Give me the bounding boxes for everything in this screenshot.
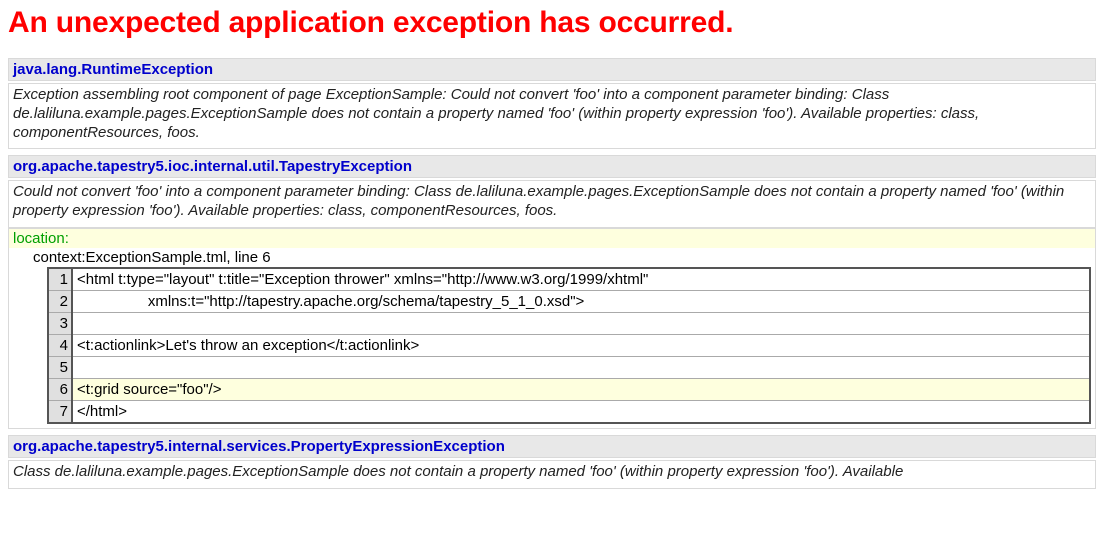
table-row: 5	[48, 356, 1090, 378]
code-line: <t:actionlink>Let's throw an exception</…	[72, 334, 1090, 356]
line-number: 5	[48, 356, 72, 378]
code-line: <html t:type="layout" t:title="Exception…	[72, 268, 1090, 291]
source-code-block: 1 <html t:type="layout" t:title="Excepti…	[8, 267, 1096, 429]
location-text: context:ExceptionSample.tml, line 6	[8, 248, 1096, 267]
table-row: 4 <t:actionlink>Let's throw an exception…	[48, 334, 1090, 356]
line-number: 7	[48, 400, 72, 423]
line-number: 3	[48, 312, 72, 334]
location-label: location:	[8, 228, 1096, 248]
exception-class-bar-2: org.apache.tapestry5.ioc.internal.util.T…	[8, 155, 1096, 178]
line-number: 2	[48, 290, 72, 312]
code-line: <t:grid source="foo"/>	[72, 378, 1090, 400]
exception-class-bar-3: org.apache.tapestry5.internal.services.P…	[8, 435, 1096, 458]
table-row: 1 <html t:type="layout" t:title="Excepti…	[48, 268, 1090, 291]
code-line	[72, 312, 1090, 334]
code-line: </html>	[72, 400, 1090, 423]
line-number: 4	[48, 334, 72, 356]
exception-message-1: Exception assembling root component of p…	[8, 83, 1096, 149]
page-title: An unexpected application exception has …	[8, 6, 1096, 40]
exception-message-2: Could not convert 'foo' into a component…	[8, 180, 1096, 228]
code-line: xmlns:t="http://tapestry.apache.org/sche…	[72, 290, 1090, 312]
exception-class-bar-1: java.lang.RuntimeException	[8, 58, 1096, 81]
line-number: 1	[48, 268, 72, 291]
line-number: 6	[48, 378, 72, 400]
table-row: 3	[48, 312, 1090, 334]
table-row: 2 xmlns:t="http://tapestry.apache.org/sc…	[48, 290, 1090, 312]
table-row: 7 </html>	[48, 400, 1090, 423]
exception-message-3: Class de.laliluna.example.pages.Exceptio…	[8, 460, 1096, 489]
table-row-highlight: 6 <t:grid source="foo"/>	[48, 378, 1090, 400]
code-line	[72, 356, 1090, 378]
source-code-table: 1 <html t:type="layout" t:title="Excepti…	[47, 267, 1091, 424]
